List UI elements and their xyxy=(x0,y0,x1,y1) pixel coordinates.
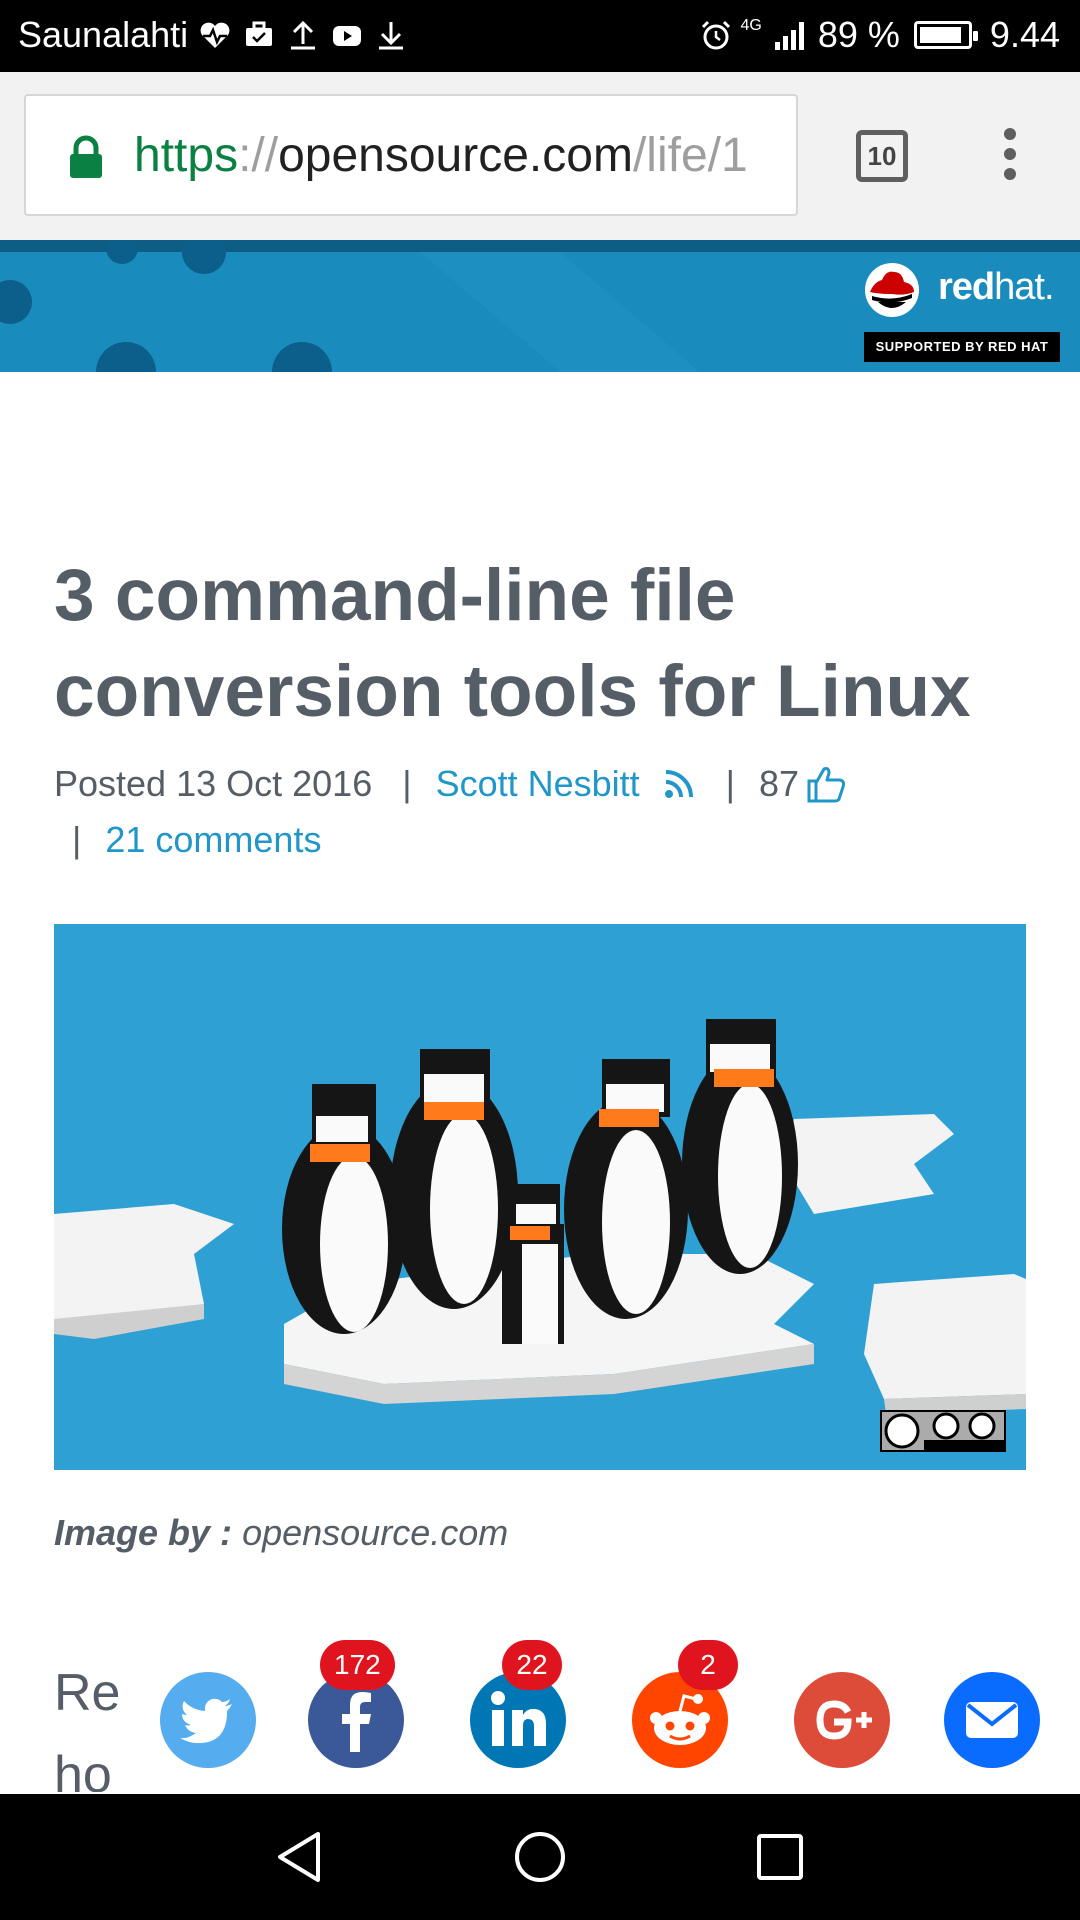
status-bar-right: 4G 89 % 9.44 xyxy=(699,14,1060,56)
thumbs-up-icon[interactable] xyxy=(803,761,849,807)
url-path: /life/1 xyxy=(632,129,748,182)
body-line: Re xyxy=(54,1664,121,1722)
clock: 9.44 xyxy=(989,14,1060,55)
share-facebook-button[interactable]: 172 xyxy=(308,1640,404,1768)
briefcase-icon xyxy=(246,21,273,46)
android-nav-bar xyxy=(0,1794,1080,1920)
menu-dot xyxy=(1004,128,1016,140)
supported-by-label: SUPPORTED BY RED HAT xyxy=(864,332,1060,362)
article-meta: Posted 13 Oct 2016 | Scott Nesbitt | 87 … xyxy=(54,756,1034,868)
share-google-plus-button[interactable] xyxy=(794,1672,890,1768)
body-line: ho xyxy=(54,1746,112,1792)
meta-separator: | xyxy=(402,763,412,804)
signal-icon xyxy=(774,22,804,50)
recents-button[interactable] xyxy=(745,1822,815,1892)
back-button[interactable] xyxy=(264,1822,334,1892)
overflow-menu-button[interactable] xyxy=(998,128,1022,184)
linkedin-share-count: 22 xyxy=(502,1640,562,1690)
upload-icon xyxy=(291,20,316,50)
network-type: 4G xyxy=(740,17,762,34)
address-bar[interactable]: https://opensource.com/life/1 xyxy=(24,94,798,216)
home-button[interactable] xyxy=(505,1822,575,1892)
menu-dot xyxy=(1004,148,1016,160)
tab-switcher-button[interactable]: 10 xyxy=(856,130,908,182)
menu-dot xyxy=(1004,168,1016,180)
author-link[interactable]: Scott Nesbitt xyxy=(436,756,640,812)
site-banner[interactable]: redhat. SUPPORTED BY RED HAT xyxy=(0,240,1080,372)
email-icon xyxy=(966,1702,1018,1738)
redhat-logo-icon xyxy=(865,263,919,317)
status-bar: Saunalahti 4G 89 % 9.44 xyxy=(0,0,1080,72)
article-title: 3 command-line file conversion tools for… xyxy=(54,555,971,732)
google-plus-icon xyxy=(816,1700,872,1740)
image-caption: Image by : opensource.com xyxy=(54,1512,508,1554)
meta-separator: | xyxy=(72,819,82,860)
article-hero-image xyxy=(54,924,1026,1470)
lock-icon xyxy=(70,135,102,178)
url-text: https://opensource.com/life/1 xyxy=(134,126,748,186)
carrier-name: Saunalahti xyxy=(18,14,189,55)
battery-icon xyxy=(913,21,978,49)
rss-icon[interactable] xyxy=(662,767,696,801)
meta-separator: | xyxy=(725,763,736,804)
share-reddit-button[interactable]: 2 xyxy=(632,1640,738,1768)
browser-toolbar: https://opensource.com/life/1 10 xyxy=(0,72,1080,240)
battery-percent: 89 % xyxy=(817,14,900,55)
twitter-icon xyxy=(180,1698,232,1744)
caption-source: opensource.com xyxy=(242,1512,509,1553)
share-twitter-button[interactable] xyxy=(160,1672,256,1768)
article-body-partial: Re ho xyxy=(54,1652,174,1792)
heartbeat-icon xyxy=(200,22,230,48)
post-date: Posted 13 Oct 2016 xyxy=(54,763,373,804)
caption-label: Image by : xyxy=(54,1512,233,1553)
like-count: 87 xyxy=(759,763,800,804)
comments-link[interactable]: 21 comments xyxy=(105,812,321,868)
status-bar-left: Saunalahti xyxy=(18,14,408,56)
share-linkedin-button[interactable]: 22 xyxy=(470,1640,566,1768)
alarm-icon xyxy=(701,20,730,50)
url-host: opensource.com xyxy=(278,129,633,182)
facebook-share-count: 172 xyxy=(320,1640,395,1690)
download-icon xyxy=(379,22,404,50)
redhat-wordmark: redhat. xyxy=(938,266,1055,308)
reddit-share-count: 2 xyxy=(678,1640,738,1690)
url-separator: :// xyxy=(238,129,279,182)
share-email-button[interactable] xyxy=(944,1672,1040,1768)
penguins-illustration xyxy=(54,924,1026,1470)
youtube-icon xyxy=(333,26,362,46)
url-scheme: https xyxy=(134,129,239,182)
battery-fill xyxy=(919,27,961,43)
